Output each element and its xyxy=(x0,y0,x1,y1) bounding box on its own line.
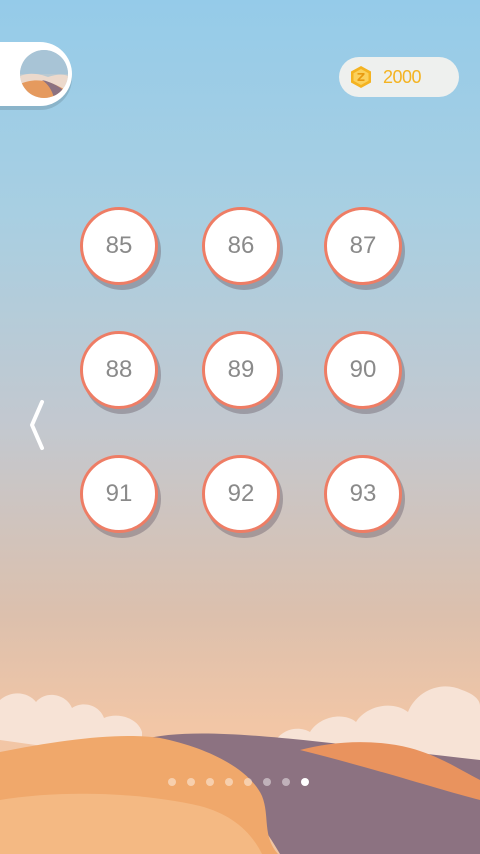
page-dot-3[interactable] xyxy=(206,778,214,786)
page-dot-7[interactable] xyxy=(282,778,290,786)
coin-balance[interactable]: 2000 xyxy=(339,57,459,97)
level-button-90[interactable]: 90 xyxy=(324,331,402,409)
page-dot-1[interactable] xyxy=(168,778,176,786)
z-coin-icon xyxy=(351,66,371,88)
level-number: 92 xyxy=(227,480,255,507)
page-dot-4[interactable] xyxy=(225,778,233,786)
page-dot-8[interactable] xyxy=(301,778,309,786)
level-number: 85 xyxy=(105,232,133,259)
level-number: 89 xyxy=(227,356,255,383)
level-button-86[interactable]: 86 xyxy=(202,207,280,285)
profile-tab[interactable] xyxy=(0,42,72,106)
level-number: 88 xyxy=(105,356,133,383)
level-number: 91 xyxy=(105,480,133,507)
avatar[interactable] xyxy=(20,50,68,98)
level-button-91[interactable]: 91 xyxy=(80,455,158,533)
level-button-87[interactable]: 87 xyxy=(324,207,402,285)
level-number: 90 xyxy=(349,356,377,383)
level-button-93[interactable]: 93 xyxy=(324,455,402,533)
level-button-85[interactable]: 85 xyxy=(80,207,158,285)
coin-amount: 2000 xyxy=(383,67,422,87)
desert-landscape-avatar-icon xyxy=(20,50,68,98)
level-number: 86 xyxy=(227,232,255,259)
chevron-left-icon[interactable] xyxy=(28,398,50,452)
page-indicator xyxy=(168,778,309,786)
level-grid: 85 86 87 88 89 90 91 92 93 xyxy=(80,207,402,533)
level-button-92[interactable]: 92 xyxy=(202,455,280,533)
level-button-88[interactable]: 88 xyxy=(80,331,158,409)
level-number: 87 xyxy=(349,232,377,259)
page-dot-5[interactable] xyxy=(244,778,252,786)
page-dot-2[interactable] xyxy=(187,778,195,786)
level-number: 93 xyxy=(349,480,377,507)
page-dot-6[interactable] xyxy=(263,778,271,786)
level-button-89[interactable]: 89 xyxy=(202,331,280,409)
